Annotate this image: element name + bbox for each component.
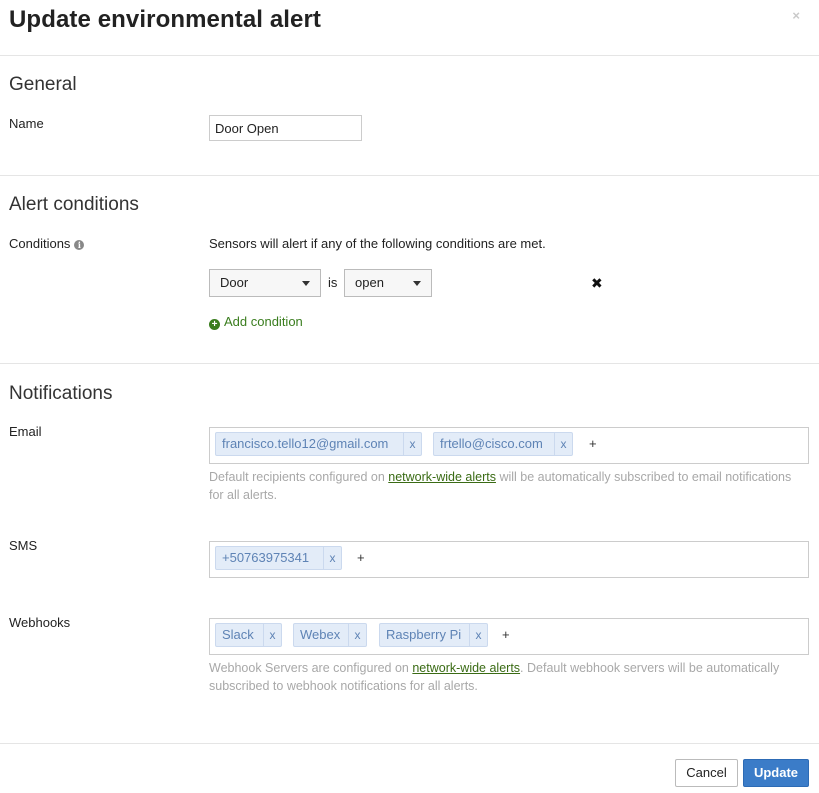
conditions-description: Sensors will alert if any of the followi… <box>209 236 546 251</box>
sms-tag: +50763975341 x <box>215 546 342 570</box>
sensor-type-value: Door <box>220 275 249 290</box>
update-button[interactable]: Update <box>743 759 809 787</box>
webhook-tag: Webex x <box>293 623 367 647</box>
conditions-label: Conditions <box>9 236 71 251</box>
sensor-type-select[interactable]: Door <box>209 269 321 297</box>
network-wide-alerts-link[interactable]: network-wide alerts <box>388 470 496 484</box>
email-label: Email <box>9 424 42 439</box>
webhook-tag: Raspberry Pi x <box>379 623 488 647</box>
webhook-tag-text: Webex <box>300 627 341 642</box>
close-icon[interactable]: × <box>792 8 800 23</box>
operator-text: is <box>328 275 338 290</box>
conditions-label-row: Conditions i <box>9 236 85 251</box>
chevron-down-icon <box>302 281 310 286</box>
cancel-button[interactable]: Cancel <box>675 759 738 787</box>
name-label: Name <box>9 116 44 131</box>
webhook-tag: Slack x <box>215 623 282 647</box>
webhooks-tag-input[interactable]: Slack x Webex x Raspberry Pi x + <box>209 618 809 655</box>
email-tag-text: frtello@cisco.com <box>440 436 543 451</box>
remove-tag-icon[interactable]: x <box>403 433 421 455</box>
remove-tag-icon[interactable]: x <box>263 624 281 646</box>
dialog-title: Update environmental alert <box>9 6 322 33</box>
sensor-state-value: open <box>355 275 384 290</box>
email-tag: francisco.tello12@gmail.com x <box>215 432 422 456</box>
email-tag: frtello@cisco.com x <box>433 432 573 456</box>
webhook-tag-text: Raspberry Pi <box>386 627 462 642</box>
general-section: General Name <box>0 56 819 176</box>
alert-conditions-section: Alert conditions Conditions i Sensors wil… <box>0 176 819 364</box>
sms-tag-text: +50763975341 <box>222 550 310 565</box>
email-help-before: Default recipients configured on <box>209 470 389 484</box>
sms-tag-input[interactable]: +50763975341 x + <box>209 541 809 578</box>
chevron-down-icon <box>413 281 421 286</box>
email-tag-text: francisco.tello12@gmail.com <box>222 436 389 451</box>
webhook-help-text: Webhook Servers are configured on networ… <box>209 659 799 695</box>
general-heading: General <box>9 74 77 95</box>
notifications-heading: Notifications <box>9 383 113 404</box>
plus-circle-icon: + <box>209 319 220 330</box>
webhook-tag-text: Slack <box>222 627 254 642</box>
sensor-state-select[interactable]: open <box>344 269 432 297</box>
update-alert-dialog: Update environmental alert × General Nam… <box>0 0 819 793</box>
webhook-help-before: Webhook Servers are configured on <box>209 661 413 675</box>
remove-tag-icon[interactable]: x <box>554 433 572 455</box>
remove-tag-icon[interactable]: x <box>348 624 366 646</box>
remove-condition-icon[interactable]: ✖ <box>591 275 603 292</box>
sms-label: SMS <box>9 538 38 553</box>
remove-tag-icon[interactable]: x <box>323 547 341 569</box>
add-condition-label: Add condition <box>224 314 303 329</box>
add-email-icon[interactable]: + <box>589 436 597 451</box>
alert-conditions-heading: Alert conditions <box>9 194 139 215</box>
network-wide-alerts-link[interactable]: network-wide alerts <box>412 661 520 675</box>
add-webhook-icon[interactable]: + <box>502 627 510 642</box>
email-help-text: Default recipients configured on network… <box>209 468 799 504</box>
remove-tag-icon[interactable]: x <box>469 624 487 646</box>
add-condition-link[interactable]: + Add condition <box>209 314 303 330</box>
info-icon[interactable]: i <box>74 240 85 250</box>
webhooks-label: Webhooks <box>9 615 71 630</box>
email-tag-input[interactable]: francisco.tello12@gmail.com x frtello@ci… <box>209 427 809 464</box>
dialog-header: Update environmental alert × <box>0 0 819 56</box>
notifications-section: Notifications Email francisco.tello12@gm… <box>0 364 819 744</box>
name-input[interactable] <box>209 115 362 141</box>
add-sms-icon[interactable]: + <box>357 550 365 565</box>
